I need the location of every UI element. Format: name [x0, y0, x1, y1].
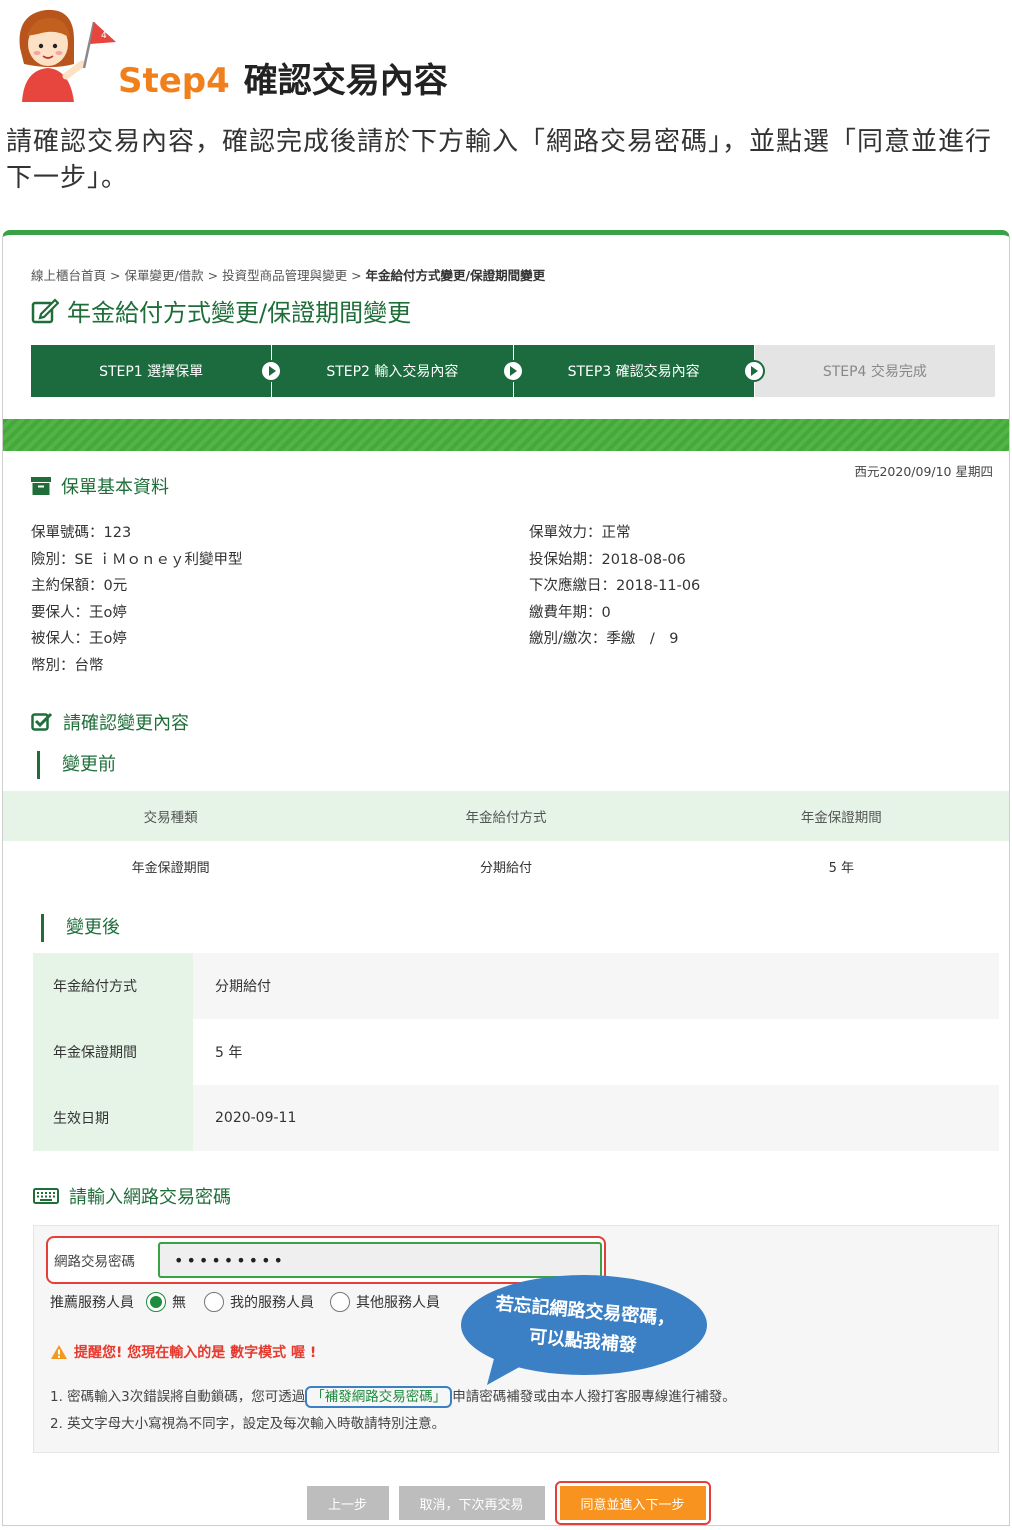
- table-row: 年金保證期間 分期給付 5 年: [3, 841, 1009, 891]
- policy-next-due: 下次應繳日：2018-11-06: [529, 578, 701, 595]
- policy-insured: 被保人：王o婷: [31, 631, 127, 648]
- policy-info-left: 保單號碼：123 險別：SE ｉＭｏｎｅｙ利變甲型 主約保額：0元 要保人：王o…: [31, 520, 242, 680]
- policy-info-right: 保單效力：正常 投保始期：2018-08-06 下次應繳日：2018-11-06…: [529, 520, 700, 653]
- input-mode-warning: 提醒您! 您現在輸入的是 數字模式 喔 !: [50, 1342, 316, 1362]
- table-row: 年金給付方式 分期給付: [33, 953, 999, 1019]
- policy-start-date: 投保始期：2018-08-06: [529, 551, 686, 568]
- breadcrumb-separator: >: [347, 268, 366, 283]
- after-change-table: 年金給付方式 分期給付 年金保證期間 5 年 生效日期 2020-09-11: [33, 953, 999, 1151]
- prev-button[interactable]: 上一步: [306, 1486, 389, 1520]
- warning-icon: [51, 1345, 67, 1359]
- keyboard-icon: [33, 1188, 59, 1204]
- password-label: 網路交易密碼: [54, 1254, 135, 1270]
- step-3: STEP3 確認交易內容: [513, 345, 765, 397]
- breadcrumb-home[interactable]: 線上櫃台首頁: [31, 268, 106, 283]
- tutorial-header: 4 Step4 確認交易內容 請確認交易內容，確認完成後請於下方輸入「網路交易密碼…: [0, 0, 1012, 193]
- progress-stepper: STEP1 選擇保單 STEP2 輸入交易內容 STEP3 確認交易內容 STE…: [31, 345, 995, 397]
- step-arrow-icon: [501, 360, 524, 382]
- after-label-period: 年金保證期間: [33, 1019, 193, 1085]
- decorative-green-band: [3, 419, 1009, 451]
- after-change-title: 變更後: [41, 914, 120, 942]
- table-row: 生效日期 2020-09-11: [33, 1085, 999, 1151]
- breadcrumb-separator: >: [203, 268, 223, 283]
- before-change-title: 變更前: [37, 751, 116, 779]
- radio-my-staff-label[interactable]: 我的服務人員: [230, 1292, 314, 1312]
- recommend-label: 推薦服務人員: [50, 1295, 134, 1311]
- breadcrumb: 線上櫃台首頁 > 保單變更/借款 > 投資型商品管理與變更 > 年金給付方式變更…: [31, 265, 545, 284]
- archive-box-icon: [31, 477, 51, 495]
- current-date: 西元2020/09/10 星期四: [854, 464, 993, 479]
- policy-number: 保單號碼：123: [31, 525, 132, 541]
- breadcrumb-policy-change[interactable]: 保單變更/借款: [124, 268, 203, 283]
- after-value-effective: 2020-09-11: [193, 1085, 999, 1151]
- recommend-staff-group: 推薦服務人員 無 我的服務人員 其他服務人員: [50, 1292, 440, 1312]
- step-1: STEP1 選擇保單: [31, 345, 283, 397]
- step-1-label: STEP1 選擇保單: [99, 364, 204, 380]
- step-heading: 確認交易內容: [243, 61, 448, 101]
- radio-my-staff[interactable]: [204, 1292, 224, 1312]
- after-value-method: 分期給付: [193, 953, 999, 1019]
- step-2: STEP2 輸入交易內容: [272, 345, 524, 397]
- page-title-text: 年金給付方式變更/保證期間變更: [67, 299, 412, 327]
- password-section-title: 請輸入網路交易密碼: [33, 1183, 231, 1209]
- before-value-method: 分期給付: [479, 860, 532, 876]
- page-title: 年金給付方式變更/保證期間變更: [31, 293, 411, 328]
- radio-none-label[interactable]: 無: [172, 1292, 186, 1312]
- confirm-section-title-text: 請確認變更內容: [63, 713, 189, 734]
- edit-icon: [31, 297, 59, 323]
- reissue-password-link[interactable]: 「補發網路交易密碼」: [305, 1386, 453, 1408]
- radio-none[interactable]: [146, 1292, 166, 1312]
- screenshot-panel: 線上櫃台首頁 > 保單變更/借款 > 投資型商品管理與變更 > 年金給付方式變更…: [2, 230, 1010, 1526]
- password-section-title-text: 請輸入網路交易密碼: [69, 1187, 231, 1208]
- before-value-type: 年金保證期間: [131, 860, 210, 876]
- table-row: 年金保證期間 5 年: [33, 1019, 999, 1085]
- policy-type: 險別：SE ｉＭｏｎｅｙ利變甲型: [31, 551, 243, 568]
- before-header-type: 交易種類: [143, 810, 198, 826]
- policy-amount: 主約保額：0元: [31, 578, 128, 595]
- confirm-section-title: 請確認變更內容: [31, 709, 189, 735]
- password-notes: 1. 密碼輸入3次錯誤將自動鎖碼，您可透過 「補發網路交易密碼」 申請密碼補發或由本…: [50, 1384, 736, 1438]
- step-3-label: STEP3 確認交易內容: [567, 364, 700, 380]
- radio-other-staff-label[interactable]: 其他服務人員: [356, 1292, 440, 1312]
- policy-pay-years: 繳費年期：0: [529, 604, 611, 621]
- before-header-period: 年金保證期間: [800, 810, 882, 826]
- policy-pay-mode: 繳別/繳次：季繳 / 9: [529, 631, 679, 648]
- step-label: Step4: [118, 61, 230, 101]
- step-badge-number: 4: [101, 31, 107, 41]
- breadcrumb-current: 年金給付方式變更/保證期間變更: [365, 268, 546, 283]
- breadcrumb-investment[interactable]: 投資型商品管理與變更: [222, 268, 347, 283]
- input-mode-warning-text: 提醒您! 您現在輸入的是 數字模式 喔 !: [74, 1345, 317, 1361]
- policy-applicant: 要保人：王o婷: [31, 604, 127, 621]
- before-table-header: 交易種類 年金給付方式 年金保證期間: [3, 791, 1009, 841]
- step-4-label: STEP4 交易完成: [822, 364, 927, 380]
- note-1: 1. 密碼輸入3次錯誤將自動鎖碼，您可透過 「補發網路交易密碼」 申請密碼補發或由本…: [50, 1384, 736, 1411]
- action-buttons: 上一步 取消，下次再交易 同意並進入下一步: [3, 1481, 1009, 1525]
- before-header-method: 年金給付方式: [465, 810, 547, 826]
- cancel-button[interactable]: 取消，下次再交易: [398, 1486, 545, 1520]
- after-value-period: 5 年: [193, 1019, 999, 1085]
- mascot-girl-icon: 4: [19, 9, 116, 102]
- before-value-period: 5 年: [828, 860, 855, 876]
- next-button-highlight: 同意並進入下一步: [554, 1481, 711, 1525]
- radio-other-staff[interactable]: [330, 1292, 350, 1312]
- step-2-label: STEP2 輸入交易內容: [326, 364, 459, 380]
- after-label-effective: 生效日期: [33, 1085, 193, 1151]
- intro-text: 請確認交易內容，確認完成後請於下方輸入「網路交易密碼」，並點選「同意並進行下一步…: [6, 127, 993, 193]
- step-title: Step4 確認交易內容: [118, 58, 448, 104]
- checkbox-check-icon: [31, 712, 53, 731]
- policy-currency: 幣別：台幣: [31, 657, 104, 674]
- policy-section-title: 保單基本資料: [31, 473, 169, 499]
- policy-section-title-text: 保單基本資料: [61, 477, 169, 498]
- breadcrumb-separator: >: [106, 268, 125, 283]
- note-1-suffix: 申請密碼補發或由本人撥打客服專線進行補發。: [452, 1389, 736, 1405]
- after-label-method: 年金給付方式: [33, 953, 193, 1019]
- step-4: STEP4 交易完成: [754, 345, 995, 397]
- note-2: 2. 英文字母大小寫視為不同字，設定及每次輸入時敬請特別注意。: [50, 1416, 446, 1432]
- policy-status: 保單效力：正常: [529, 525, 631, 541]
- note-1-prefix: 1. 密碼輸入3次錯誤將自動鎖碼，您可透過: [50, 1389, 306, 1405]
- step-arrow-icon: [742, 360, 765, 382]
- agree-next-button[interactable]: 同意並進入下一步: [559, 1486, 706, 1520]
